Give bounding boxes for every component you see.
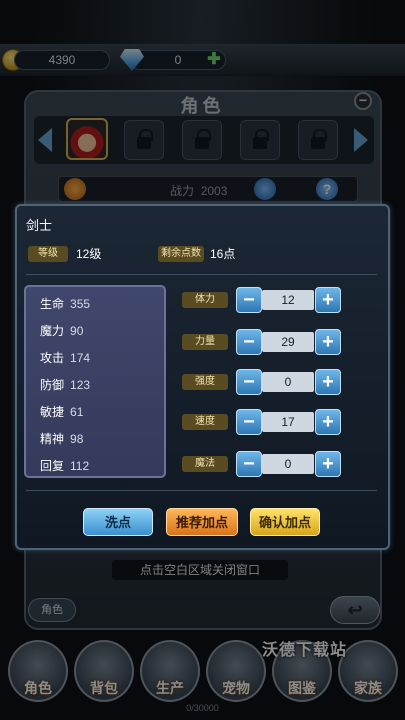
attr-label-stamina: 体力 [182, 292, 228, 308]
stat-value: 90 [70, 324, 84, 338]
stat-agility: 敏捷 61 [40, 403, 83, 420]
toughness-value: 0 [262, 372, 314, 392]
stat-defense: 防御 123 [40, 376, 90, 393]
stat-name: 魔力 [40, 324, 65, 338]
stat-value: 123 [70, 378, 91, 392]
stat-name: 敏捷 [40, 405, 65, 419]
toughness-plus-button[interactable]: + [315, 369, 341, 395]
confirm-points-button[interactable]: 确认加点 [250, 508, 320, 536]
stat-regen: 回复 112 [40, 457, 89, 474]
toughness-minus-button[interactable]: − [236, 369, 262, 395]
remaining-points-label: 剩余点数 [158, 246, 204, 262]
stat-mp: 魔力 90 [40, 322, 83, 339]
stat-name: 防御 [40, 378, 65, 392]
stat-attack: 攻击 174 [40, 349, 90, 366]
stat-name: 回复 [40, 459, 65, 473]
attr-label-strength: 力量 [182, 334, 228, 350]
attr-label-speed: 速度 [182, 414, 228, 430]
magic-minus-button[interactable]: − [236, 451, 262, 477]
stamina-plus-button[interactable]: + [315, 287, 341, 313]
stat-value: 61 [70, 405, 84, 419]
reset-points-button[interactable]: 洗点 [83, 508, 153, 536]
strength-minus-button[interactable]: − [236, 329, 262, 355]
stat-value: 174 [70, 351, 91, 365]
speed-minus-button[interactable]: − [236, 409, 262, 435]
attr-label-magic: 魔法 [182, 456, 228, 472]
strength-plus-button[interactable]: + [315, 329, 341, 355]
attr-label-toughness: 强度 [182, 374, 228, 390]
strength-value: 29 [262, 332, 314, 352]
stat-name: 攻击 [40, 351, 65, 365]
stat-value: 98 [70, 432, 84, 446]
class-name: 剑士 [26, 218, 53, 233]
stat-value: 355 [70, 297, 91, 311]
speed-plus-button[interactable]: + [315, 409, 341, 435]
magic-value: 0 [262, 454, 314, 474]
remaining-points-value: 16点 [210, 247, 236, 261]
stat-spirit: 精神 98 [40, 430, 83, 447]
stat-value: 112 [70, 459, 90, 473]
stamina-minus-button[interactable]: − [236, 287, 262, 313]
level-label: 等级 [28, 246, 68, 262]
level-value: 12级 [76, 247, 102, 261]
stat-name: 精神 [40, 432, 65, 446]
magic-plus-button[interactable]: + [315, 451, 341, 477]
divider [26, 490, 377, 491]
stamina-value: 12 [262, 290, 314, 310]
stat-name: 生命 [40, 297, 65, 311]
recommend-points-button[interactable]: 推荐加点 [166, 508, 238, 536]
divider [26, 274, 377, 275]
stat-hp: 生命 355 [40, 295, 90, 312]
speed-value: 17 [262, 412, 314, 432]
